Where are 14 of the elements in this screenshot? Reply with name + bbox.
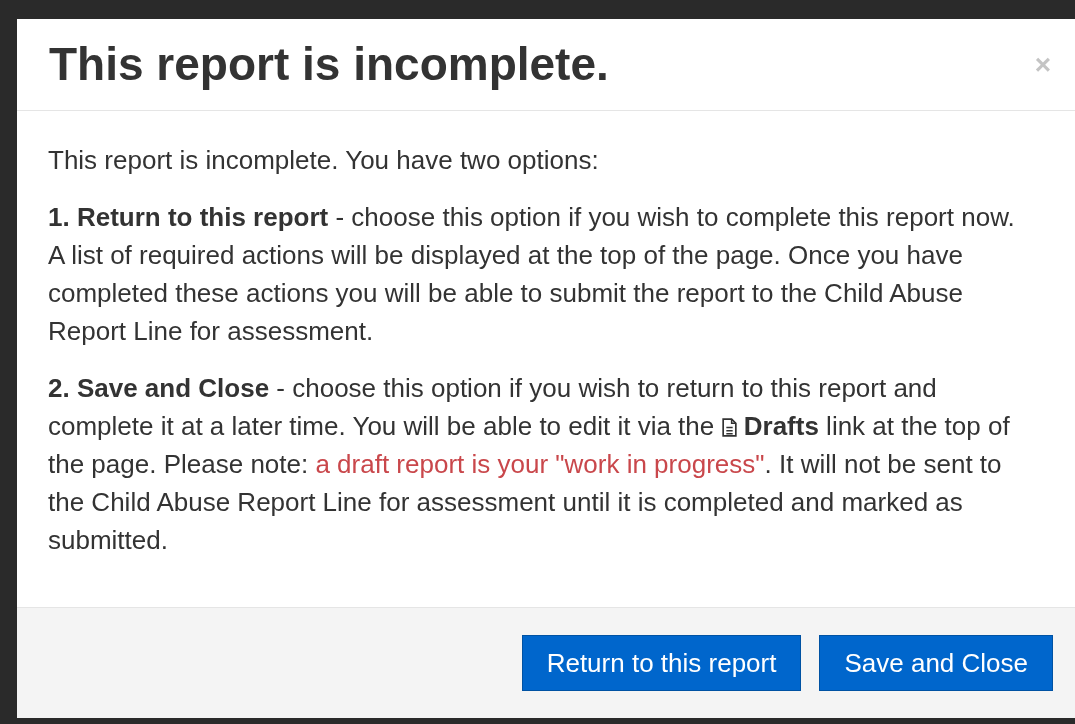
warning-text: a draft report is your "work in progress" [315,449,765,479]
paragraph-text: the Child Abuse Report Line for assessment until it is completed and marked as [48,487,963,517]
paragraph-text: Drafts link at the top of [743,411,1010,441]
paragraph-text: submitted. [48,525,168,555]
dialog-button[interactable]: Save and Close [819,635,1053,691]
dialog-title: This report is incomplete. [49,37,609,92]
paragraph-text: the page. Please note: [48,449,309,479]
paragraph-text: complete it at a later time. You will be able to edit it via the [48,411,715,441]
document-icon [721,418,737,437]
paragraph-text: 1. Return to this report - choose this option if you wish to complete this report now. A list of required actions will be displayed at the top of the page. Once you have completed these actions you will be able to submit the report to the Child Abuse Report Line for assessment. [48,202,1015,346]
paragraph-text: This report is incomplete. You have two options: [48,145,599,175]
paragraph-text: 2. Save and Close - choose this option if you wish to return to this report and [48,373,937,403]
dialog-button[interactable]: Return to this report [521,635,802,691]
paragraph-text: . It will not be sent to [764,449,1002,479]
